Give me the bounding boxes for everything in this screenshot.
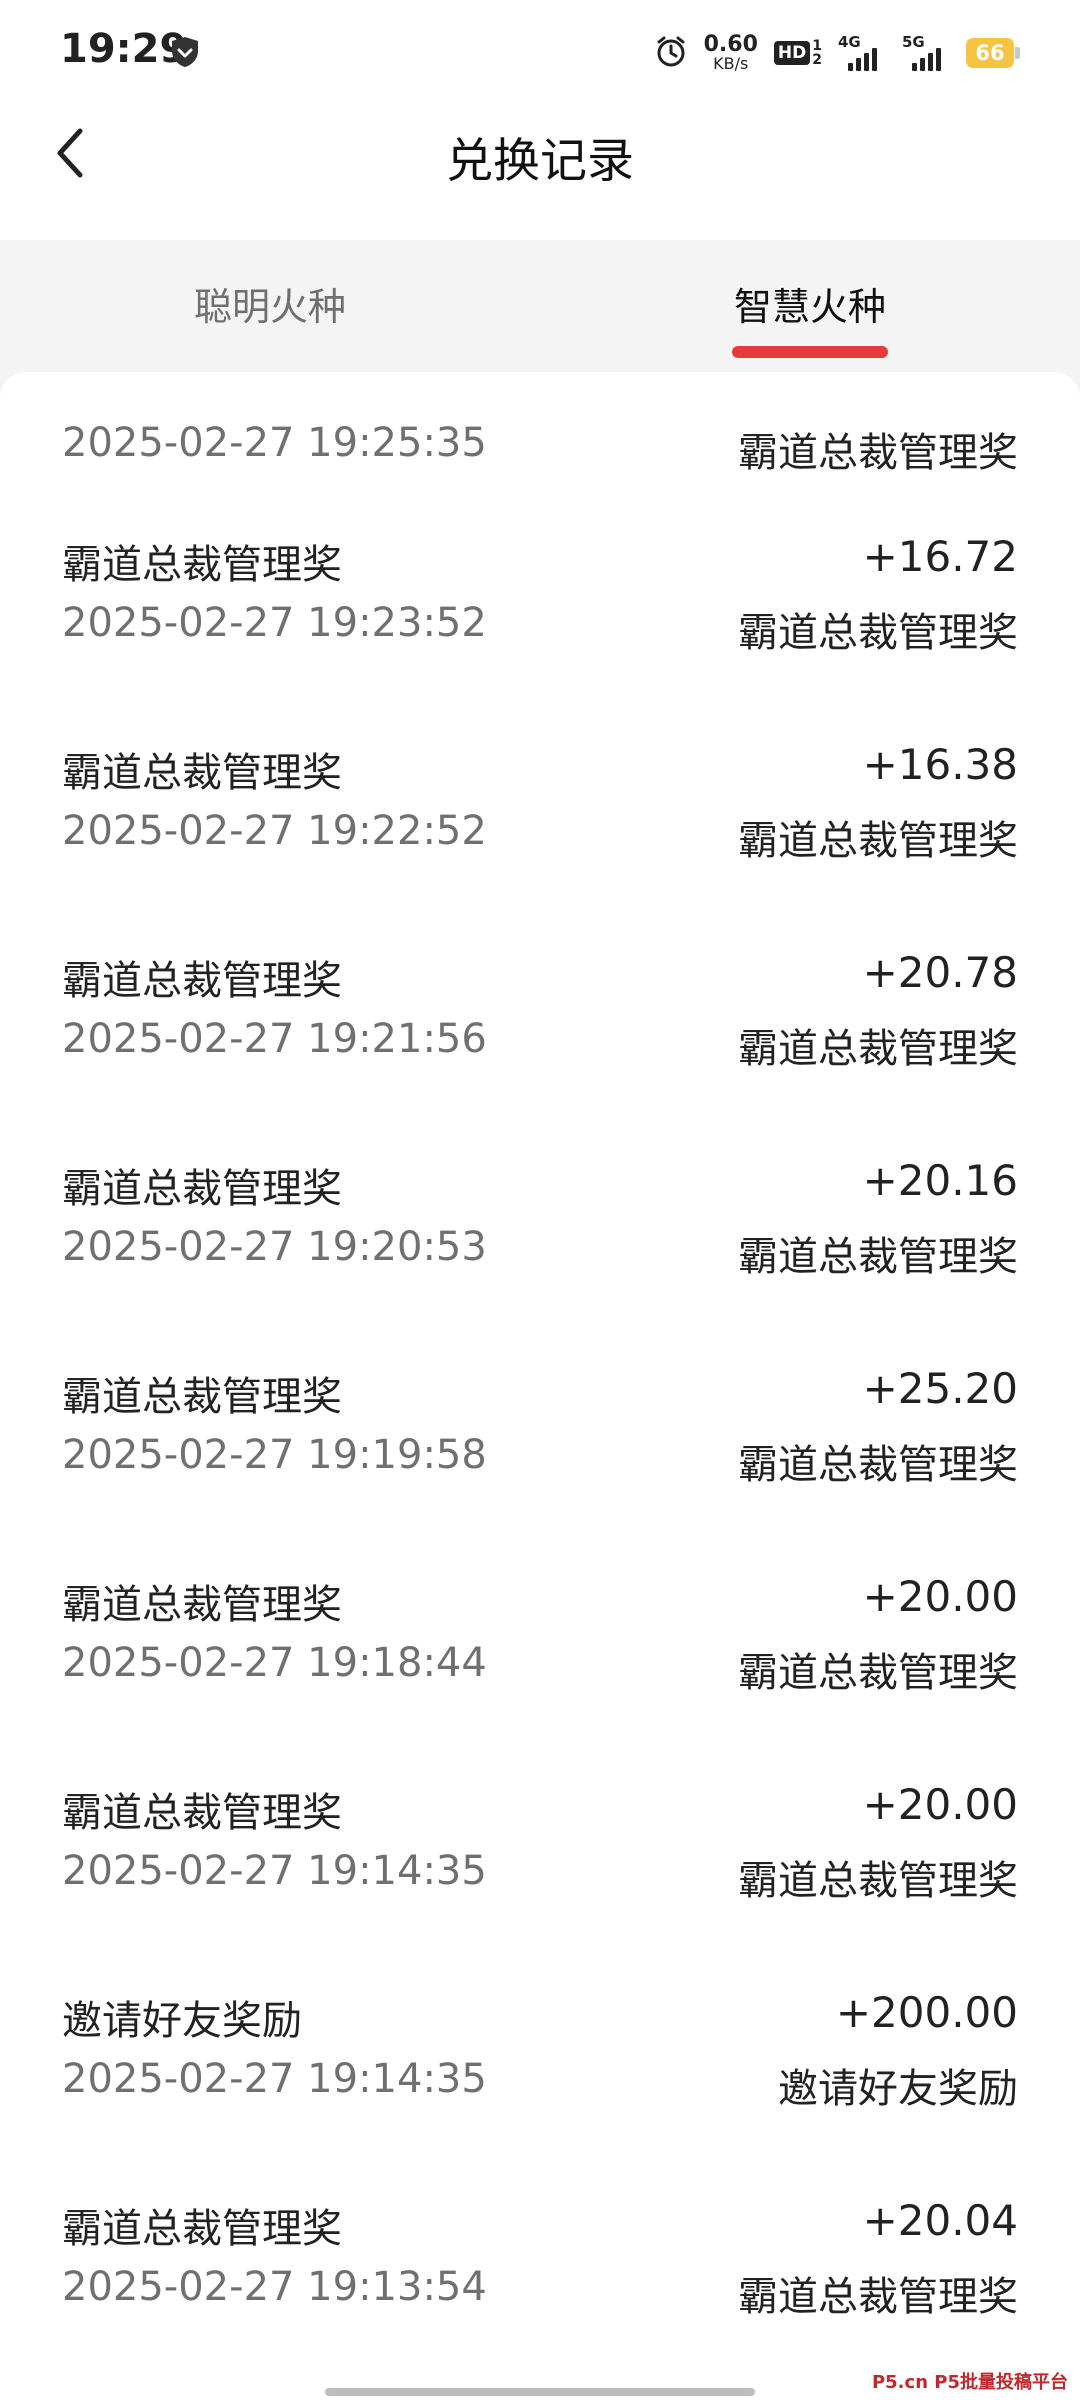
hd-voice-icon: HD 1 2 bbox=[773, 38, 822, 68]
record-amount: +200.00 bbox=[835, 1988, 1018, 2037]
record-title: 霸道总裁管理奖 bbox=[62, 958, 342, 1004]
watermark: P5.cn P5批量投稿平台 bbox=[867, 2366, 1072, 2396]
record-list[interactable]: 2025-02-27 19:25:35 霸道总裁管理奖 霸道总裁管理奖 +16.… bbox=[0, 372, 1080, 2400]
network-speed: 0.60 KB/s bbox=[704, 34, 758, 72]
tab-wisdom-spark[interactable]: 智慧火种 bbox=[734, 276, 886, 331]
record-amount: +20.16 bbox=[862, 1156, 1018, 1205]
record-desc: 霸道总裁管理奖 bbox=[738, 1026, 1018, 1072]
home-indicator[interactable] bbox=[325, 2388, 755, 2396]
record-row: 霸道总裁管理奖 +20.16 2025-02-27 19:20:53 霸道总裁管… bbox=[0, 1156, 1080, 1364]
record-desc: 霸道总裁管理奖 bbox=[738, 818, 1018, 864]
record-title: 霸道总裁管理奖 bbox=[62, 542, 342, 588]
battery-level: 66 bbox=[975, 41, 1005, 65]
record-title: 霸道总裁管理奖 bbox=[62, 1374, 342, 1420]
record-row: 霸道总裁管理奖 +20.78 2025-02-27 19:21:56 霸道总裁管… bbox=[0, 948, 1080, 1156]
record-row: 霸道总裁管理奖 +20.00 2025-02-27 19:18:44 霸道总裁管… bbox=[0, 1572, 1080, 1780]
record-desc: 霸道总裁管理奖 bbox=[738, 1234, 1018, 1280]
record-row: 霸道总裁管理奖 +16.72 2025-02-27 19:23:52 霸道总裁管… bbox=[0, 532, 1080, 740]
record-row: 霸道总裁管理奖 +25.20 2025-02-27 19:19:58 霸道总裁管… bbox=[0, 1364, 1080, 1572]
record-title: 霸道总裁管理奖 bbox=[62, 1790, 342, 1836]
record-title: 邀请好友奖励 bbox=[62, 1998, 302, 2044]
record-desc: 霸道总裁管理奖 bbox=[738, 430, 1018, 476]
record-amount: +20.00 bbox=[862, 1780, 1018, 1829]
record-time: 2025-02-27 19:23:52 bbox=[62, 600, 487, 646]
record-time: 2025-02-27 19:13:54 bbox=[62, 2264, 487, 2310]
record-amount: +20.04 bbox=[862, 2196, 1018, 2245]
record-time: 2025-02-27 19:22:52 bbox=[62, 808, 487, 854]
record-desc: 霸道总裁管理奖 bbox=[738, 1650, 1018, 1696]
signal-4g-icon: 4G bbox=[838, 33, 886, 71]
record-time: 2025-02-27 19:14:35 bbox=[62, 2056, 487, 2102]
network-speed-unit: KB/s bbox=[713, 54, 749, 73]
status-bar: 19:29 0.60 KB/s HD 1 2 4G 5G 66 bbox=[0, 0, 1080, 100]
battery-icon: 66 bbox=[966, 38, 1020, 68]
record-row: 2025-02-27 19:25:35 霸道总裁管理奖 bbox=[0, 372, 1080, 522]
record-title: 霸道总裁管理奖 bbox=[62, 2206, 342, 2252]
record-desc: 邀请好友奖励 bbox=[778, 2066, 1018, 2112]
shield-icon bbox=[168, 35, 202, 73]
record-time: 2025-02-27 19:25:35 bbox=[62, 420, 487, 466]
network-speed-value: 0.60 bbox=[703, 32, 758, 57]
record-row: 霸道总裁管理奖 +16.38 2025-02-27 19:22:52 霸道总裁管… bbox=[0, 740, 1080, 948]
record-time: 2025-02-27 19:19:58 bbox=[62, 1432, 487, 1478]
record-amount: +20.00 bbox=[862, 1572, 1018, 1621]
hd-label: HD bbox=[773, 41, 811, 65]
record-time: 2025-02-27 19:21:56 bbox=[62, 1016, 487, 1062]
record-desc: 霸道总裁管理奖 bbox=[738, 2274, 1018, 2320]
tab-bar: 聪明火种 智慧火种 bbox=[0, 240, 1080, 372]
record-amount: +20.78 bbox=[862, 948, 1018, 997]
page-title: 兑换记录 bbox=[446, 134, 634, 189]
record-amount: +25.20 bbox=[862, 1364, 1018, 1413]
alarm-icon bbox=[654, 34, 688, 72]
active-tab-indicator bbox=[732, 346, 888, 358]
record-row: 邀请好友奖励 +200.00 2025-02-27 19:14:35 邀请好友奖… bbox=[0, 1988, 1080, 2196]
tab-smart-spark[interactable]: 聪明火种 bbox=[194, 276, 346, 331]
status-icons: 0.60 KB/s HD 1 2 4G 5G 66 bbox=[654, 28, 1020, 78]
record-time: 2025-02-27 19:18:44 bbox=[62, 1640, 487, 1686]
record-amount: +16.72 bbox=[862, 532, 1018, 581]
record-title: 霸道总裁管理奖 bbox=[62, 750, 342, 796]
record-desc: 霸道总裁管理奖 bbox=[738, 1442, 1018, 1488]
record-title: 霸道总裁管理奖 bbox=[62, 1582, 342, 1628]
record-desc: 霸道总裁管理奖 bbox=[738, 1858, 1018, 1904]
record-row: 霸道总裁管理奖 +20.00 2025-02-27 19:14:35 霸道总裁管… bbox=[0, 1780, 1080, 1988]
record-time: 2025-02-27 19:20:53 bbox=[62, 1224, 487, 1270]
record-desc: 霸道总裁管理奖 bbox=[738, 610, 1018, 656]
nav-bar: 兑换记录 bbox=[0, 100, 1080, 240]
record-time: 2025-02-27 19:14:35 bbox=[62, 1848, 487, 1894]
record-title: 霸道总裁管理奖 bbox=[62, 1166, 342, 1212]
record-amount: +16.38 bbox=[862, 740, 1018, 789]
signal-5g-icon: 5G bbox=[902, 33, 950, 71]
hd-sub-top: 1 bbox=[812, 38, 822, 54]
hd-sub-bottom: 2 bbox=[812, 52, 822, 68]
